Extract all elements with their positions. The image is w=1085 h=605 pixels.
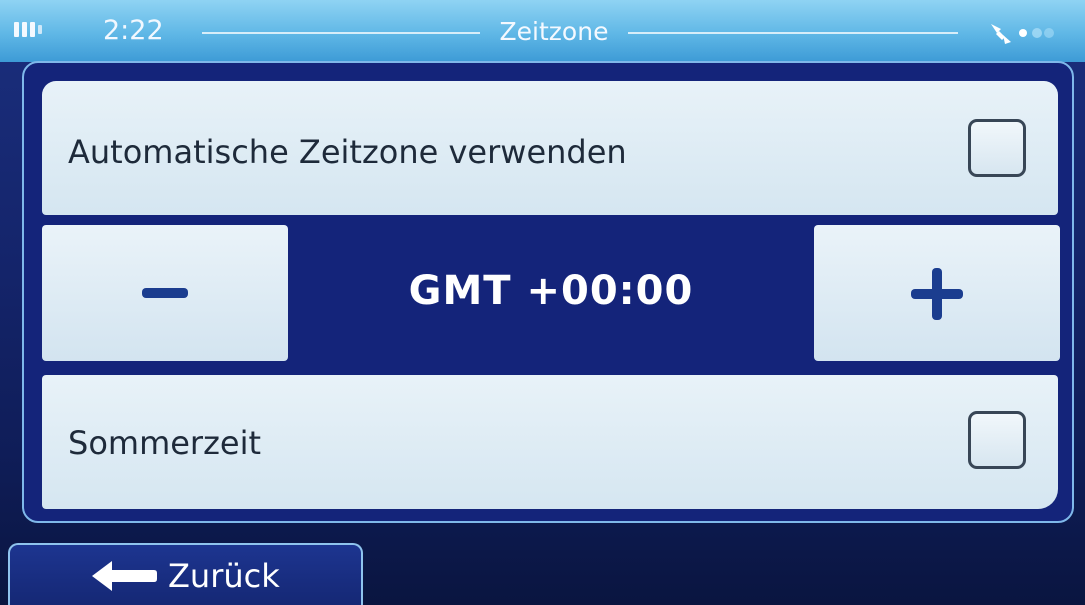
timezone-increase-button[interactable] [814,225,1060,361]
status-bar: 2:22 Zeitzone [0,0,1085,62]
auto-timezone-label: Automatische Zeitzone verwenden [68,133,627,171]
title-divider-right [628,32,958,34]
battery-icon [14,22,44,37]
auto-timezone-checkbox[interactable] [968,119,1026,177]
timezone-screen: 2:22 Zeitzone Automatische Zeitzone verw… [0,0,1085,605]
auto-timezone-row[interactable]: Automatische Zeitzone verwenden [42,81,1058,215]
page-title: Zeitzone [499,17,609,46]
timezone-value: GMT +00:00 [408,268,694,314]
timezone-panel: Automatische Zeitzone verwenden GMT +00:… [22,61,1074,523]
summer-time-checkbox[interactable] [968,411,1026,469]
clock: 2:22 [103,15,164,46]
title-divider-left [202,32,480,34]
back-label: Zurück [168,557,280,595]
back-button[interactable]: Zurück [8,543,363,605]
summer-time-label: Sommerzeit [68,424,261,462]
satellite-no-signal-icon [991,24,1054,44]
plus-icon [911,268,963,320]
summer-time-row[interactable]: Sommerzeit [42,375,1058,509]
minus-icon [142,288,188,298]
arrow-left-icon [92,561,157,591]
timezone-decrease-button[interactable] [42,225,288,361]
